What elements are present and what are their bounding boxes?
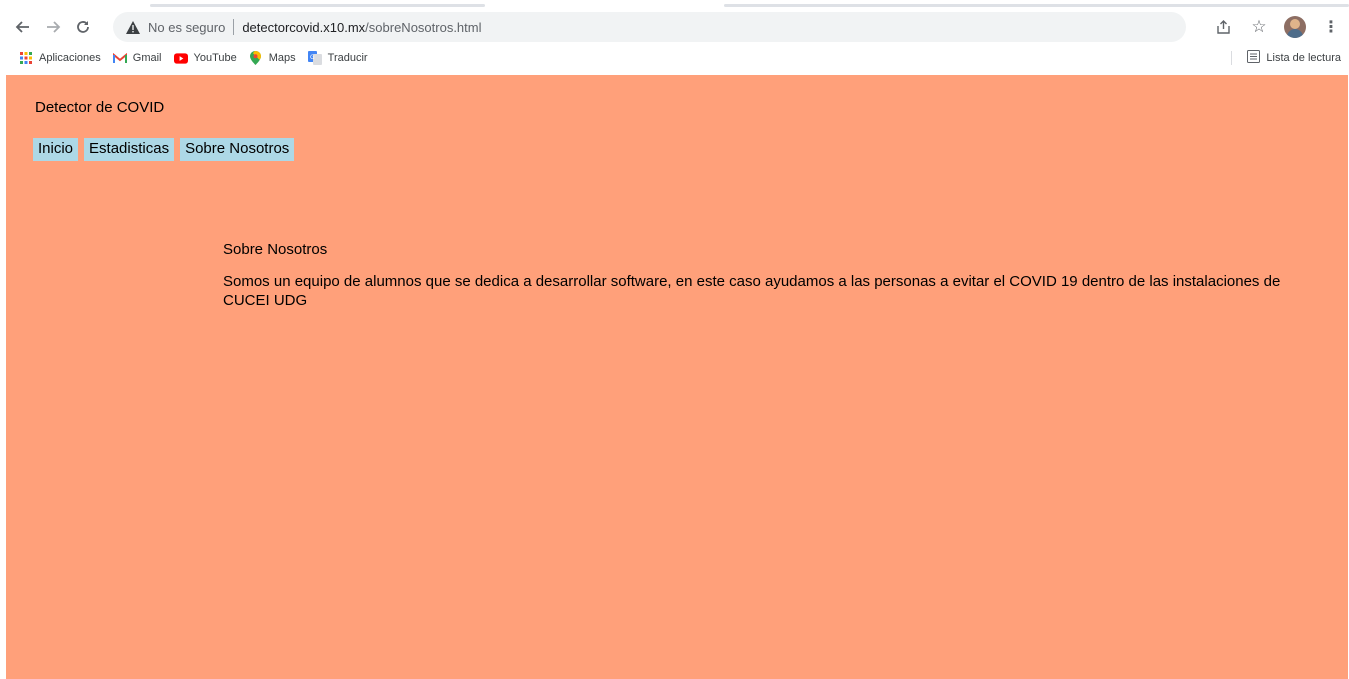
maps-pin-icon (249, 51, 263, 65)
bookmark-label: Aplicaciones (39, 52, 101, 64)
bookmark-label: YouTube (193, 52, 237, 64)
about-paragraph: Somos un equipo de alumnos que se dedica… (223, 273, 1281, 309)
share-icon (1216, 19, 1230, 34)
url-path[interactable]: /sobreNosotros.html (365, 20, 481, 35)
bookmark-apps[interactable]: Aplicaciones (19, 51, 101, 65)
nav-item-estadisticas[interactable]: Estadisticas (84, 138, 175, 161)
arrow-right-icon (47, 21, 61, 33)
bookmark-maps[interactable]: Maps (249, 51, 296, 65)
bookmark-label: Traducir (327, 52, 368, 64)
back-button[interactable] (10, 14, 36, 40)
nav-item-inicio[interactable]: Inicio (33, 138, 79, 161)
more-vert-icon: ⋮ (1323, 19, 1339, 36)
menu-button[interactable]: ⋮ (1319, 15, 1343, 39)
reading-list-button[interactable]: Lista de lectura (1247, 46, 1341, 70)
bookmarks-separator (1231, 51, 1232, 65)
bookmark-translate[interactable]: G Traducir (307, 51, 368, 65)
tab-strip (0, 0, 1349, 8)
forward-button[interactable] (40, 14, 66, 40)
arrow-left-icon (15, 21, 29, 33)
tab-edge (724, 4, 1349, 7)
translate-icon: G (307, 51, 322, 65)
bookmark-gmail[interactable]: Gmail (112, 51, 162, 65)
page-viewport: Detector de COVID Inicio Estadisticas So… (6, 75, 1348, 679)
reading-list-label: Lista de lectura (1266, 52, 1341, 64)
browser-window: No es seguro detectorcovid.x10.mx /sobre… (0, 0, 1349, 679)
about-heading: Sobre Nosotros (223, 241, 328, 258)
warning-icon[interactable] (125, 19, 141, 35)
svg-text:G: G (310, 54, 315, 61)
reload-button[interactable] (70, 14, 96, 40)
address-bar[interactable]: No es seguro detectorcovid.x10.mx /sobre… (113, 12, 1186, 42)
bookmark-youtube[interactable]: YouTube (173, 51, 237, 65)
reload-icon (77, 21, 89, 33)
nav-item-sobre-nosotros[interactable]: Sobre Nosotros (180, 138, 295, 161)
youtube-icon (173, 51, 188, 65)
share-button[interactable] (1211, 15, 1235, 39)
url-host[interactable]: detectorcovid.x10.mx (242, 20, 365, 35)
browser-toolbar: No es seguro detectorcovid.x10.mx /sobre… (0, 8, 1349, 46)
bookmark-label: Gmail (132, 52, 162, 64)
tab-edge (150, 4, 485, 7)
star-icon: ☆ (1251, 17, 1267, 36)
toolbar-actions: ☆ ⋮ (1211, 8, 1343, 46)
security-label[interactable]: No es seguro (148, 20, 225, 35)
omnibox-separator (233, 19, 235, 35)
bookmarks-bar: Aplicaciones Gmail YouTube Maps G Traduc… (0, 46, 1349, 70)
gmail-icon (112, 51, 127, 65)
bookmark-label: Maps (268, 52, 296, 64)
main-nav: Inicio Estadisticas Sobre Nosotros (33, 138, 295, 161)
profile-button[interactable] (1283, 15, 1307, 39)
site-title: Detector de COVID (35, 99, 165, 116)
bookmark-star-button[interactable]: ☆ (1247, 15, 1271, 39)
avatar (1284, 16, 1306, 38)
apps-grid-icon (19, 51, 33, 65)
reading-list-icon (1247, 50, 1261, 66)
